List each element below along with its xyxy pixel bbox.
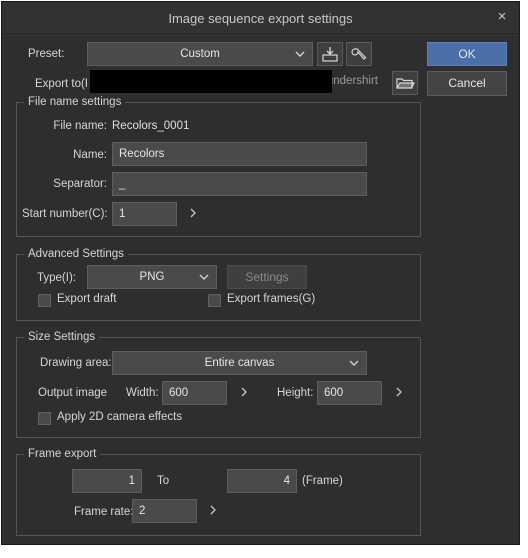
close-icon[interactable]: × xyxy=(493,8,511,26)
drawing-area-label: Drawing area: xyxy=(40,357,112,369)
cancel-button[interactable]: Cancel xyxy=(427,71,507,96)
chevron-right-icon[interactable] xyxy=(188,206,198,220)
separator-input[interactable]: _ xyxy=(112,172,367,196)
drawing-area-dropdown[interactable]: Entire canvas xyxy=(112,351,367,375)
height-label: Height: xyxy=(277,387,314,399)
export-draft-label: Export draft xyxy=(57,293,117,305)
file-name-value: Recolors_0001 xyxy=(112,120,190,132)
preset-dropdown[interactable]: Custom xyxy=(87,42,313,66)
type-value: PNG xyxy=(139,271,165,283)
frame-export-group xyxy=(16,454,421,536)
folder-open-icon xyxy=(396,78,415,89)
frame-to-label: To xyxy=(157,475,170,487)
file-name-label: File name: xyxy=(53,120,107,132)
name-input[interactable]: Recolors xyxy=(112,142,367,166)
apply-2d-camera-label: Apply 2D camera effects xyxy=(57,411,183,423)
preset-label: Preset: xyxy=(28,48,65,60)
type-label: Type(I): xyxy=(37,272,76,284)
start-number-input[interactable]: 1 xyxy=(112,202,177,226)
apply-2d-camera-checkbox[interactable] xyxy=(38,412,51,425)
desktop-background-right xyxy=(520,0,528,558)
chevron-right-icon[interactable] xyxy=(239,385,249,399)
browse-folder-button[interactable] xyxy=(392,71,418,95)
type-settings-button[interactable]: Settings xyxy=(227,265,307,289)
width-input[interactable]: 600 xyxy=(162,381,227,405)
register-preset-icon xyxy=(322,47,338,62)
frame-unit-label: (Frame) xyxy=(302,475,343,487)
export-draft-checkbox[interactable] xyxy=(38,294,51,307)
register-preset-button[interactable] xyxy=(317,42,343,66)
export-path-tail: undershirt xyxy=(326,75,378,87)
redacted-path xyxy=(90,70,332,93)
chevron-down-icon xyxy=(349,360,359,366)
drawing-area-value: Entire canvas xyxy=(204,357,275,369)
preset-value: Custom xyxy=(180,48,220,60)
separator-label: Separator: xyxy=(53,178,107,190)
advanced-settings-title: Advanced Settings xyxy=(24,248,128,260)
title-bar: Image sequence export settings × xyxy=(2,2,519,34)
frame-to-input[interactable]: 4 xyxy=(227,469,297,493)
export-settings-dialog: Image sequence export settings × Preset:… xyxy=(1,1,520,545)
type-dropdown[interactable]: PNG xyxy=(87,265,217,289)
frame-from-input[interactable]: 1 xyxy=(72,469,142,493)
dialog-title: Image sequence export settings xyxy=(168,11,353,26)
chevron-down-icon xyxy=(295,51,305,57)
frame-rate-input[interactable]: 2 xyxy=(132,499,197,523)
chevron-right-icon[interactable] xyxy=(208,503,218,517)
wrench-icon xyxy=(351,48,367,60)
height-input[interactable]: 600 xyxy=(317,381,382,405)
advanced-settings-group xyxy=(16,254,421,321)
name-label: Name: xyxy=(73,149,107,161)
chevron-down-icon xyxy=(199,274,209,280)
start-number-label: Start number(C): xyxy=(22,208,108,220)
export-frames-checkbox[interactable] xyxy=(208,294,221,307)
frame-export-title: Frame export xyxy=(24,448,101,460)
output-image-label: Output image xyxy=(38,387,108,399)
size-settings-title: Size Settings xyxy=(24,331,100,343)
width-label: Width: xyxy=(126,387,159,399)
frame-rate-label: Frame rate: xyxy=(74,506,134,518)
edit-preset-button[interactable] xyxy=(346,42,372,66)
file-name-settings-title: File name settings xyxy=(24,96,126,108)
export-frames-label: Export frames(G) xyxy=(227,293,316,305)
ok-button[interactable]: OK xyxy=(427,42,507,66)
chevron-right-icon[interactable] xyxy=(394,385,404,399)
